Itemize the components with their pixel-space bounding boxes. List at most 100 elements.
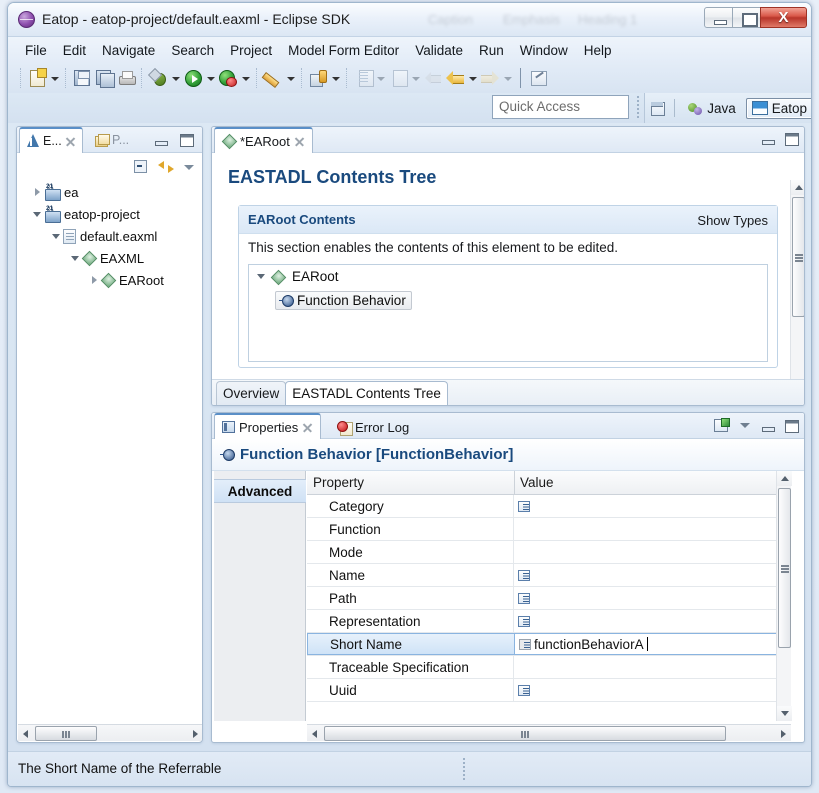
quick-access-input[interactable]: Quick Access: [492, 95, 629, 119]
status-bar-grip[interactable]: [463, 758, 466, 780]
scroll-up-icon[interactable]: [791, 180, 804, 195]
cell-value[interactable]: [514, 656, 791, 678]
debug-dropdown-arrow-icon[interactable]: [169, 67, 182, 89]
pin-to-selection-icon[interactable]: [714, 418, 730, 432]
table-row[interactable]: Path: [307, 587, 791, 610]
perspective-tab-eatop[interactable]: Eatop: [745, 97, 811, 119]
menu-model-form-editor[interactable]: Model Form Editor: [280, 40, 407, 61]
perspective-tab-java[interactable]: Java: [683, 99, 741, 118]
menu-edit[interactable]: Edit: [55, 40, 94, 61]
contents-tree-item-function-behavior[interactable]: Function Behavior: [275, 291, 412, 310]
chevron-right-icon[interactable]: [31, 186, 44, 199]
scroll-right-icon[interactable]: [186, 726, 202, 741]
scrollbar-thumb[interactable]: [792, 197, 804, 317]
extract-icon[interactable]: [352, 67, 374, 89]
scrollbar-thumb[interactable]: [324, 725, 726, 741]
scroll-down-icon[interactable]: [777, 706, 792, 721]
extract-alt-dropdown-arrow-icon[interactable]: [409, 67, 422, 89]
menu-help[interactable]: Help: [576, 40, 620, 61]
menu-project[interactable]: Project: [222, 40, 280, 61]
run-icon[interactable]: [182, 67, 204, 89]
close-icon[interactable]: [65, 136, 76, 147]
list-editor-icon[interactable]: [519, 638, 531, 650]
view-menu-icon[interactable]: [183, 161, 196, 173]
editor-tab-earoot[interactable]: *EARoot: [214, 127, 313, 153]
maximize-button[interactable]: [732, 7, 761, 28]
chevron-down-icon[interactable]: [255, 270, 268, 283]
view-menu-icon[interactable]: [739, 419, 752, 431]
chevron-down-icon[interactable]: [50, 230, 63, 243]
tree-item-ea[interactable]: 21 ea: [17, 181, 202, 203]
extract-alt-icon[interactable]: [387, 67, 409, 89]
menu-search[interactable]: Search: [163, 40, 222, 61]
minimize-button[interactable]: [704, 7, 733, 28]
toolbar-grip[interactable]: [637, 96, 640, 118]
table-row[interactable]: Mode: [307, 541, 791, 564]
scroll-right-icon[interactable]: [774, 726, 791, 741]
list-editor-icon[interactable]: [518, 500, 530, 512]
cell-value-editor[interactable]: functionBehaviorA: [514, 633, 791, 655]
tab-overview[interactable]: Overview: [216, 381, 287, 405]
list-editor-icon[interactable]: [518, 569, 530, 581]
open-perspective-icon[interactable]: [651, 101, 666, 116]
table-row[interactable]: Category: [307, 495, 791, 518]
editor-vertical-scrollbar[interactable]: [790, 180, 804, 381]
forward-dropdown-arrow-icon[interactable]: [501, 67, 514, 89]
back-dropdown-arrow-icon[interactable]: [466, 67, 479, 89]
link-with-editor-icon[interactable]: [158, 160, 174, 174]
cell-value[interactable]: [514, 518, 791, 540]
table-row[interactable]: Short Name functionBehaviorA: [307, 633, 791, 656]
list-editor-icon[interactable]: [518, 615, 530, 627]
properties-vertical-scrollbar[interactable]: [776, 471, 792, 721]
table-row[interactable]: Uuid: [307, 679, 791, 702]
new-icon[interactable]: [26, 67, 48, 89]
scroll-left-icon[interactable]: [307, 726, 324, 741]
close-icon[interactable]: [302, 422, 313, 433]
build-icon[interactable]: [307, 67, 329, 89]
new-dropdown-arrow-icon[interactable]: [48, 67, 61, 89]
save-all-icon[interactable]: [93, 67, 115, 89]
table-row[interactable]: Function: [307, 518, 791, 541]
tab-eastadl-contents-tree[interactable]: EASTADL Contents Tree: [285, 381, 448, 405]
cell-value[interactable]: [514, 495, 791, 517]
cell-value[interactable]: [514, 610, 791, 632]
scrollbar-thumb[interactable]: [778, 488, 791, 648]
scrollbar-thumb[interactable]: [35, 725, 97, 741]
minimize-icon[interactable]: [154, 133, 168, 147]
tree-item-eaxml[interactable]: EAXML: [17, 247, 202, 269]
table-row[interactable]: Representation: [307, 610, 791, 633]
run-dropdown-arrow-icon[interactable]: [204, 67, 217, 89]
menu-run[interactable]: Run: [471, 40, 512, 61]
pen-dropdown-arrow-icon[interactable]: [284, 67, 297, 89]
short-name-input[interactable]: functionBehaviorA: [534, 637, 644, 652]
save-icon[interactable]: [71, 67, 93, 89]
collapse-all-icon[interactable]: [134, 160, 149, 174]
back-icon[interactable]: [444, 67, 466, 89]
view-tab-properties[interactable]: Properties: [214, 413, 322, 439]
maximize-icon[interactable]: [784, 419, 799, 433]
cell-value[interactable]: [514, 587, 791, 609]
cell-value[interactable]: [514, 679, 791, 701]
menu-validate[interactable]: Validate: [407, 40, 471, 61]
build-dropdown-arrow-icon[interactable]: [329, 67, 342, 89]
tree-item-default-eaxml[interactable]: default.eaxml: [17, 225, 202, 247]
menu-window[interactable]: Window: [512, 40, 576, 61]
list-editor-icon[interactable]: [518, 684, 530, 696]
menu-file[interactable]: File: [17, 40, 55, 61]
run-external-icon[interactable]: [217, 67, 239, 89]
left-view-horizontal-scrollbar[interactable]: [18, 724, 202, 741]
scroll-up-icon[interactable]: [777, 471, 792, 486]
cell-value[interactable]: [514, 564, 791, 586]
table-row[interactable]: Name: [307, 564, 791, 587]
view-tab-eastadl-explorer[interactable]: E...: [19, 127, 83, 153]
view-tab-package-explorer[interactable]: P...: [89, 127, 135, 153]
list-editor-icon[interactable]: [518, 592, 530, 604]
table-row[interactable]: Traceable Specification: [307, 656, 791, 679]
maximize-icon[interactable]: [179, 133, 194, 147]
show-types-link[interactable]: Show Types: [697, 213, 768, 228]
close-icon[interactable]: [294, 136, 305, 147]
print-icon[interactable]: [115, 67, 137, 89]
chevron-down-icon[interactable]: [69, 252, 82, 265]
close-button[interactable]: X: [760, 7, 807, 28]
pen-icon[interactable]: [262, 67, 284, 89]
